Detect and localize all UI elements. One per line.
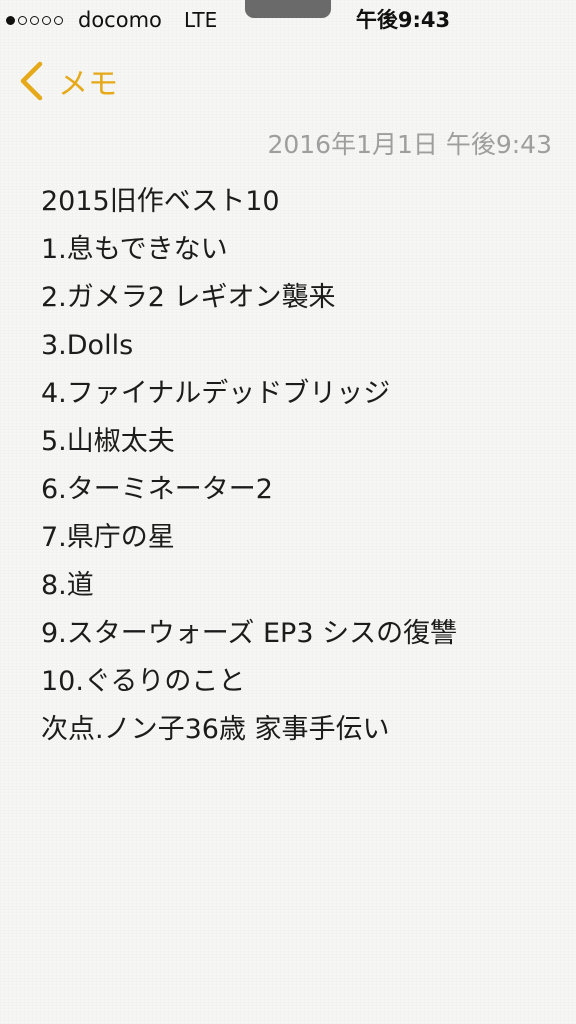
signal-dot bbox=[18, 15, 27, 25]
note-line: 8.道 bbox=[41, 570, 94, 601]
note-line: 3.Dolls bbox=[41, 330, 134, 361]
note-line: 10.ぐるりのこと bbox=[41, 666, 246, 697]
status-bar-tab bbox=[245, 0, 331, 18]
note-line: 次点.ノン子36歳 家事手伝い bbox=[41, 714, 390, 745]
note-line: 1.息もできない bbox=[41, 234, 228, 265]
note-title: 2015旧作ベスト10 bbox=[41, 186, 280, 217]
note-timestamp: 2016年1月1日 午後9:43 bbox=[267, 130, 552, 159]
signal-dot bbox=[54, 15, 63, 25]
note-line: 2.ガメラ2 レギオン襲来 bbox=[41, 282, 336, 313]
note-line: 5.山椒太夫 bbox=[41, 426, 175, 457]
signal-dot bbox=[30, 15, 39, 25]
note-body[interactable]: 2015旧作ベスト10 1.息もできない 2.ガメラ2 レギオン襲来 3.Dol… bbox=[41, 178, 561, 754]
note-line: 4.ファイナルデッドブリッジ bbox=[41, 378, 391, 409]
status-bar-time: 午後9:43 bbox=[355, 8, 451, 32]
back-button-label: メモ bbox=[58, 67, 118, 102]
chevron-left-icon bbox=[20, 61, 43, 101]
network-type: LTE bbox=[184, 8, 218, 32]
back-button[interactable]: メモ bbox=[16, 54, 118, 108]
status-bar: docomo LTE 午後9:43 bbox=[0, 0, 576, 40]
note-line: 6.ターミネーター2 bbox=[41, 474, 273, 505]
signal-dot bbox=[42, 15, 51, 25]
carrier-name: docomo bbox=[78, 8, 162, 32]
note-line: 9.スターウォーズ EP3 シスの復讐 bbox=[41, 618, 458, 649]
note-line: 7.県庁の星 bbox=[41, 522, 175, 553]
signal-dot bbox=[6, 15, 15, 25]
signal-strength-icon bbox=[6, 0, 63, 40]
